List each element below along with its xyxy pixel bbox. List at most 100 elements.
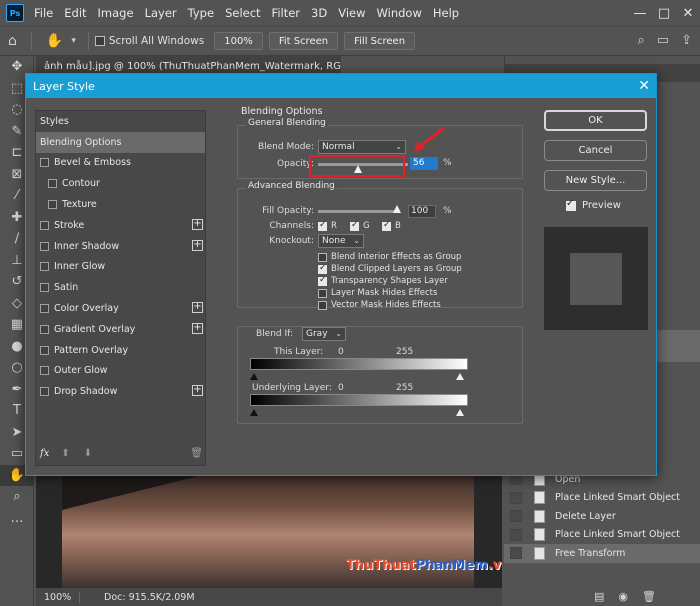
add-effect-icon[interactable]: + <box>192 302 203 314</box>
style-item-gradient-overlay[interactable]: Gradient Overlay + <box>36 319 205 340</box>
zoom-tool-icon[interactable]: ⌕ <box>0 486 34 508</box>
workspace-icon[interactable]: ▭ <box>657 33 669 48</box>
preview-checkbox[interactable]: Preview <box>566 198 648 211</box>
maximize-button[interactable]: □ <box>652 6 676 21</box>
fill-opacity-slider-thumb[interactable] <box>393 205 401 213</box>
menu-3d[interactable]: 3D <box>311 6 327 20</box>
history-item[interactable]: Free Transform <box>504 544 700 563</box>
checkbox-box[interactable] <box>382 220 391 231</box>
dialog-close-button[interactable]: ✕ <box>638 78 650 94</box>
menu-file[interactable]: File <box>34 6 53 20</box>
underlying-white-slider[interactable] <box>456 409 464 416</box>
this-layer-black-slider[interactable] <box>250 373 258 380</box>
this-layer-gradient[interactable] <box>250 358 468 370</box>
style-item-inner-shadow[interactable]: Inner Shadow + <box>36 236 205 257</box>
trash-icon[interactable]: 🗑 <box>190 448 203 459</box>
dialog-title-bar[interactable]: Layer Style <box>26 74 656 98</box>
style-checkbox[interactable] <box>48 200 57 210</box>
menu-view[interactable]: View <box>338 6 365 20</box>
style-item-contour[interactable]: Contour <box>36 173 205 194</box>
history-source-box[interactable] <box>510 528 522 541</box>
checkbox-box[interactable] <box>318 252 327 262</box>
channel-b-checkbox[interactable]: B <box>382 220 401 231</box>
history-source-box[interactable] <box>510 547 522 560</box>
style-item-bevel-emboss[interactable]: Bevel & Emboss <box>36 153 205 174</box>
menu-image[interactable]: Image <box>98 6 134 20</box>
move-up-icon[interactable]: ⬆ <box>61 448 69 459</box>
channel-r-checkbox[interactable]: R <box>318 220 337 231</box>
style-checkbox[interactable] <box>40 324 49 334</box>
new-snapshot-icon[interactable]: ◉ <box>618 590 628 603</box>
style-item-outer-glow[interactable]: Outer Glow <box>36 361 205 382</box>
style-item-blending-options[interactable]: Blending Options <box>36 131 205 153</box>
move-down-icon[interactable]: ⬇ <box>84 448 92 459</box>
checkbox-box[interactable] <box>318 263 327 274</box>
new-document-from-state-icon[interactable]: ▤ <box>594 590 604 603</box>
history-item[interactable]: Place Linked Smart Object <box>504 526 700 545</box>
scroll-all-windows-checkbox[interactable]: Scroll All Windows <box>94 35 204 47</box>
this-layer-white-slider[interactable] <box>456 373 464 380</box>
fit-screen-button[interactable]: Fit Screen <box>268 32 339 50</box>
search-icon[interactable]: ⌕ <box>638 33 645 48</box>
checkbox-box[interactable] <box>318 300 327 310</box>
style-checkbox[interactable] <box>40 345 49 355</box>
checkbox-box[interactable] <box>350 220 359 231</box>
document-size[interactable]: Doc: 915.5K/2.09M <box>80 592 195 603</box>
transparency-shapes-checkbox[interactable]: Transparency Shapes Layer <box>318 275 448 286</box>
fill-screen-button[interactable]: Fill Screen <box>344 32 416 50</box>
menu-filter[interactable]: Filter <box>272 6 300 20</box>
checkbox-box[interactable] <box>566 198 576 211</box>
hand-tool-icon[interactable]: ✋ <box>46 33 63 49</box>
history-source-box[interactable] <box>510 510 522 523</box>
checkbox-box[interactable] <box>318 220 327 231</box>
knockout-select[interactable]: None ⌄ <box>318 234 364 248</box>
style-checkbox[interactable] <box>40 262 49 272</box>
style-checkbox[interactable] <box>48 179 57 189</box>
fill-opacity-slider-track[interactable] <box>318 210 400 213</box>
more-tools-icon[interactable]: … <box>0 508 34 530</box>
style-checkbox[interactable] <box>40 304 49 314</box>
ok-button[interactable]: OK <box>544 110 647 131</box>
add-effect-icon[interactable]: + <box>192 218 203 230</box>
style-checkbox[interactable] <box>40 283 49 293</box>
home-icon[interactable]: ⌂ <box>8 33 17 49</box>
fill-opacity-input[interactable]: 100 <box>408 205 436 218</box>
styles-header[interactable]: Styles <box>36 111 205 132</box>
vector-mask-hides-checkbox[interactable]: Vector Mask Hides Effects <box>318 300 441 310</box>
opacity-input[interactable]: 56 <box>410 157 438 170</box>
style-item-pattern-overlay[interactable]: Pattern Overlay <box>36 340 205 361</box>
underlying-layer-gradient[interactable] <box>250 394 468 406</box>
canvas-area[interactable]: ThuThuatPhanMem.vn <box>36 470 502 588</box>
style-item-stroke[interactable]: Stroke + <box>36 215 205 236</box>
close-window-button[interactable]: ✕ <box>676 6 700 21</box>
blend-mode-select[interactable]: Normal ⌄ <box>318 140 406 154</box>
minimize-button[interactable]: — <box>628 6 652 21</box>
menu-edit[interactable]: Edit <box>64 6 86 20</box>
style-checkbox[interactable] <box>40 220 49 230</box>
menu-window[interactable]: Window <box>377 6 422 20</box>
fx-icon[interactable]: fx <box>40 448 49 459</box>
blend-interior-checkbox[interactable]: Blend Interior Effects as Group <box>318 252 461 262</box>
style-checkbox[interactable] <box>40 158 49 168</box>
menu-help[interactable]: Help <box>433 6 459 20</box>
cancel-button[interactable]: Cancel <box>544 140 647 161</box>
style-item-texture[interactable]: Texture <box>36 194 205 215</box>
menu-select[interactable]: Select <box>225 6 260 20</box>
history-item[interactable]: Place Linked Smart Object <box>504 489 700 508</box>
chevron-down-icon[interactable]: ▾ <box>71 36 76 46</box>
delete-state-icon[interactable]: 🗑 <box>642 590 656 603</box>
blend-if-select[interactable]: Gray ⌄ <box>302 327 346 341</box>
add-effect-icon[interactable]: + <box>192 385 203 397</box>
style-item-satin[interactable]: Satin <box>36 277 205 298</box>
add-effect-icon[interactable]: + <box>192 322 203 334</box>
style-item-color-overlay[interactable]: Color Overlay + <box>36 298 205 319</box>
underlying-black-slider[interactable] <box>250 409 258 416</box>
zoom-level[interactable]: 100% <box>36 591 80 603</box>
checkbox-box[interactable] <box>94 36 105 46</box>
blend-clipped-checkbox[interactable]: Blend Clipped Layers as Group <box>318 263 462 274</box>
channel-g-checkbox[interactable]: G <box>350 220 370 231</box>
layer-mask-hides-checkbox[interactable]: Layer Mask Hides Effects <box>318 288 437 298</box>
share-icon[interactable]: ⇪ <box>681 33 692 48</box>
history-item[interactable]: Delete Layer <box>504 507 700 526</box>
new-style-button[interactable]: New Style... <box>544 170 647 191</box>
